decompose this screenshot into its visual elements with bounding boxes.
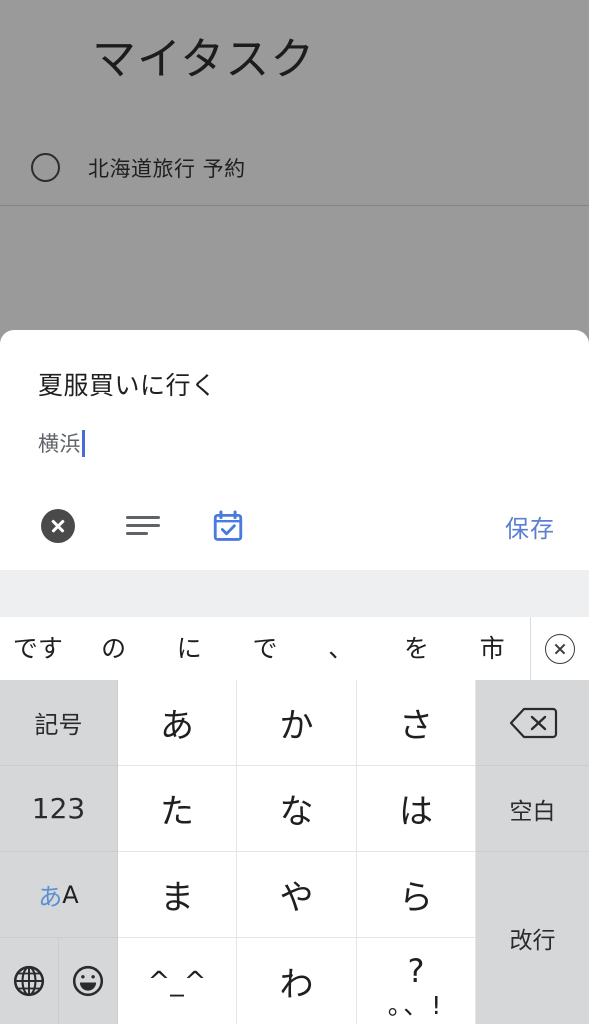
details-lines-icon[interactable] [115, 498, 171, 554]
suggestion-item[interactable]: で [227, 617, 303, 680]
key-enter[interactable]: 改行 [476, 852, 589, 1024]
key-grid: 記号 あ か さ 123 た な は 空白 あA ま や ら 改行 ^_^ わ … [0, 680, 589, 1024]
task-list-item[interactable]: 北海道旅行 予約 [0, 130, 589, 205]
key-input-mode[interactable]: あA [0, 852, 118, 938]
sheet-keyboard-gap [0, 570, 589, 617]
key-input-mode-latin: A [62, 880, 79, 909]
key-na[interactable]: な [237, 766, 357, 852]
suggestion-item[interactable]: を [379, 617, 455, 680]
task-detail-input[interactable]: 横浜 [38, 428, 85, 458]
key-punctuation[interactable]: ? 。、! [357, 938, 476, 1024]
key-punctuation-question: ? [407, 952, 425, 990]
circle-close-outline-icon[interactable] [530, 617, 589, 680]
backspace-icon [508, 706, 558, 740]
page-title: マイタスク [92, 34, 316, 85]
key-ka[interactable]: か [237, 680, 357, 766]
key-space[interactable]: 空白 [476, 766, 589, 852]
globe-icon[interactable] [0, 938, 59, 1024]
key-ma[interactable]: ま [118, 852, 237, 938]
key-ra[interactable]: ら [357, 852, 476, 938]
task-edit-sheet: 夏服買いに行く 横浜 保存 [0, 330, 589, 570]
key-punctuation-marks: 。、! [387, 991, 445, 1020]
key-backspace[interactable] [476, 680, 589, 766]
suggestion-item[interactable]: 市 [454, 617, 530, 680]
save-button[interactable]: 保存 [493, 498, 567, 554]
key-numbers[interactable]: 123 [0, 766, 118, 852]
suggestion-item[interactable]: です [0, 617, 76, 680]
japanese-keyboard: です の に で 、 を 市 記号 あ か さ 123 た な は 空白 あ A… [0, 617, 589, 1024]
key-sa[interactable]: さ [357, 680, 476, 766]
key-ya[interactable]: や [237, 852, 357, 938]
calendar-check-icon[interactable] [200, 498, 256, 554]
key-input-mode-hiragana: あ [38, 883, 63, 911]
suggestion-bar: です の に で 、 を 市 [0, 617, 589, 680]
circle-unchecked-icon[interactable] [31, 153, 60, 182]
list-divider [0, 205, 589, 206]
task-title-input[interactable]: 夏服買いに行く [38, 366, 217, 402]
task-item-label: 北海道旅行 予約 [88, 156, 246, 181]
key-globe-emoji[interactable] [0, 938, 118, 1024]
suggestion-item[interactable]: 、 [303, 617, 379, 680]
task-detail-text: 横浜 [38, 432, 81, 456]
suggestion-item[interactable]: の [76, 617, 152, 680]
emoji-smiley-icon[interactable] [58, 938, 117, 1024]
key-ta[interactable]: た [118, 766, 237, 852]
suggestion-item[interactable]: に [151, 617, 227, 680]
key-kaomoji[interactable]: ^_^ [118, 938, 237, 1024]
key-a[interactable]: あ [118, 680, 237, 766]
text-cursor [82, 429, 85, 457]
key-ha[interactable]: は [357, 766, 476, 852]
sheet-toolbar: 保存 [0, 498, 589, 570]
key-wa[interactable]: わ [237, 938, 357, 1024]
key-symbols[interactable]: 記号 [0, 680, 118, 766]
circle-close-icon[interactable] [30, 498, 86, 554]
